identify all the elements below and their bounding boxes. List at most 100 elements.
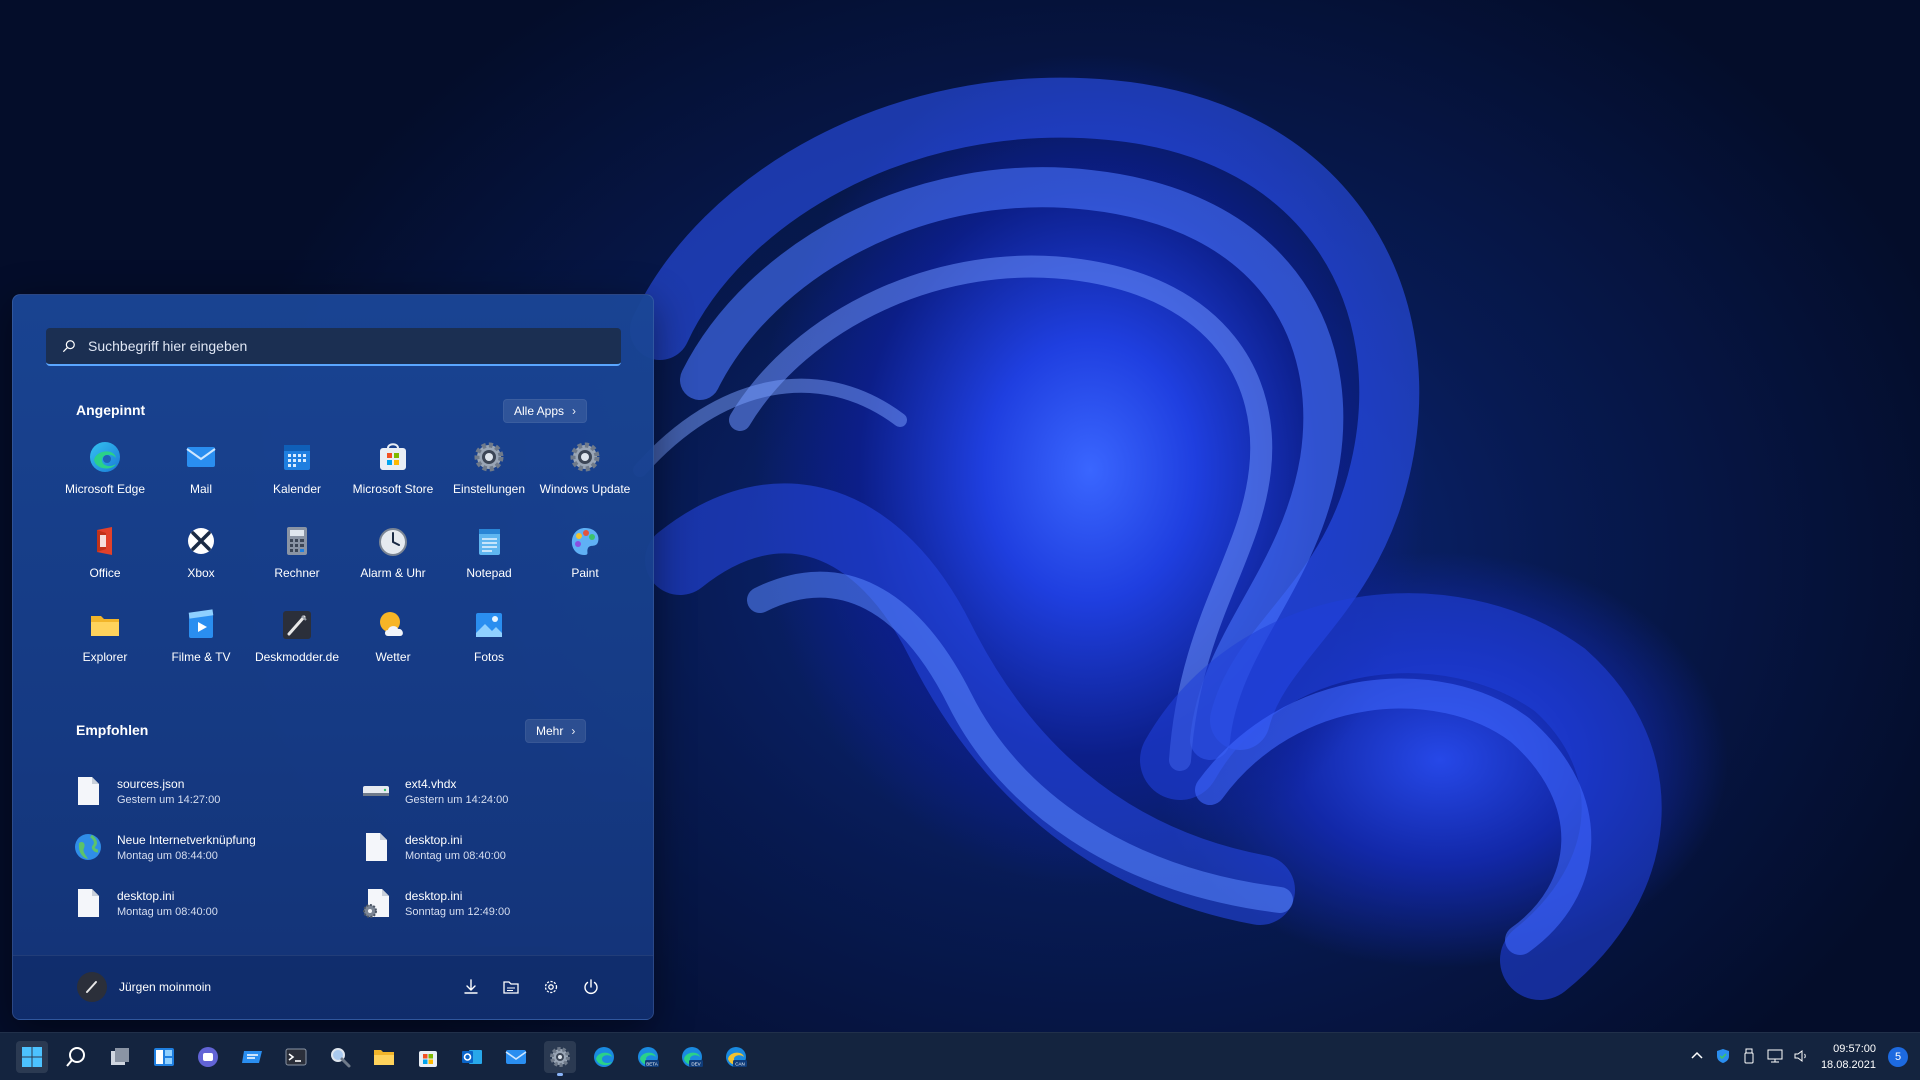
recommended-item[interactable]: desktop.ini Sonntag um 12:49:00 — [361, 877, 631, 929]
app-label: Microsoft Edge — [64, 482, 146, 496]
recommended-item[interactable]: ext4.vhdx Gestern um 14:24:00 — [361, 765, 631, 817]
chevron-up-icon[interactable] — [1688, 1047, 1706, 1065]
settings-gear-icon — [474, 442, 504, 472]
recommended-item[interactable]: sources.json Gestern um 14:27:00 — [73, 765, 361, 817]
app-label: Microsoft Store — [352, 482, 434, 496]
network-icon[interactable] — [1766, 1047, 1784, 1065]
power-icon[interactable] — [582, 978, 600, 996]
app-label: Xbox — [187, 566, 215, 580]
search-input[interactable] — [88, 338, 568, 354]
clock[interactable]: 09:57:00 18.08.2021 — [1821, 1041, 1876, 1073]
start-footer: Jürgen moinmoin — [13, 955, 653, 1019]
outlook-icon — [462, 1050, 482, 1064]
pinned-app-windows-update[interactable]: Windows Update — [537, 440, 633, 524]
store-button[interactable] — [412, 1041, 444, 1073]
app-label: Fotos — [473, 650, 504, 664]
documents-folder-icon[interactable] — [502, 978, 520, 996]
calculator-icon — [287, 527, 307, 555]
pinned-app-movies-tv[interactable]: Filme & TV — [153, 608, 249, 692]
mail-icon — [505, 1050, 527, 1064]
feedback-hub-button[interactable] — [236, 1041, 268, 1073]
settings-gear-icon — [550, 1047, 570, 1067]
pinned-app-mail[interactable]: Mail — [153, 440, 249, 524]
recommended-item-name: ext4.vhdx — [405, 776, 457, 791]
pinned-app-settings[interactable]: Einstellungen — [441, 440, 537, 524]
edge-canary-button[interactable]: CAN — [720, 1041, 752, 1073]
running-indicator — [557, 1073, 563, 1076]
pinned-app-calculator[interactable]: Rechner — [249, 524, 345, 608]
taskbar-search-button[interactable] — [60, 1041, 92, 1073]
volume-icon[interactable] — [1792, 1047, 1810, 1065]
pinned-app-store[interactable]: Microsoft Store — [345, 440, 441, 524]
user-name: Jürgen moinmoin — [119, 980, 212, 994]
settings-button[interactable] — [544, 1041, 576, 1076]
pinned-app-alarm-clock[interactable]: Alarm & Uhr — [345, 524, 441, 608]
edge-beta-badge: BETA — [646, 1062, 657, 1067]
file-settings-icon — [363, 889, 389, 918]
recommended-title: Empfohlen — [76, 722, 149, 738]
settings-icon[interactable] — [542, 978, 560, 996]
more-button[interactable]: Mehr › — [525, 719, 587, 743]
task-view-icon — [111, 1048, 129, 1065]
film-play-icon — [188, 609, 214, 638]
pinned-app-edge[interactable]: Microsoft Edge — [57, 440, 153, 524]
pinned-app-calendar[interactable]: Kalender — [249, 440, 345, 524]
magnifier-button[interactable] — [324, 1041, 356, 1073]
windows-start-icon — [22, 1047, 42, 1067]
store-icon — [380, 443, 406, 470]
edge-dev-button[interactable]: DEV — [676, 1041, 708, 1073]
start-search-box[interactable] — [46, 328, 621, 366]
edge-beta-button[interactable]: BETA — [632, 1041, 664, 1073]
pinned-app-paint[interactable]: Paint — [537, 524, 633, 608]
all-apps-button[interactable]: Alle Apps › — [503, 399, 588, 423]
drive-icon — [363, 786, 389, 796]
chat-button[interactable] — [192, 1041, 224, 1073]
terminal-icon — [285, 1048, 307, 1066]
recommended-item-time: Montag um 08:40:00 — [405, 849, 506, 862]
weather-icon — [380, 612, 403, 636]
recommended-item[interactable]: desktop.ini Montag um 08:40:00 — [361, 821, 631, 873]
outlook-button[interactable] — [456, 1041, 488, 1073]
terminal-button[interactable] — [280, 1041, 312, 1073]
all-apps-label: Alle Apps — [514, 404, 565, 418]
recommended-item-time: Gestern um 14:27:00 — [117, 793, 221, 806]
file-explorer-icon — [374, 1050, 394, 1065]
recommended-item-time: Montag um 08:44:00 — [117, 849, 218, 862]
usb-device-icon[interactable] — [1740, 1047, 1758, 1065]
widgets-button[interactable] — [148, 1041, 180, 1073]
recommended-list: sources.json Gestern um 14:27:00 ext4.vhd… — [73, 765, 633, 933]
recommended-item[interactable]: desktop.ini Montag um 08:40:00 — [73, 877, 361, 929]
edge-button[interactable] — [588, 1041, 620, 1073]
user-account-button[interactable]: Jürgen moinmoin — [77, 972, 211, 1002]
edge-icon — [594, 1047, 614, 1067]
recommended-item-time: Montag um 08:40:00 — [117, 905, 218, 918]
chevron-right-icon: › — [572, 404, 577, 418]
more-label: Mehr — [536, 724, 564, 738]
notification-center-badge[interactable]: 5 — [1888, 1047, 1908, 1067]
recommended-item[interactable]: Neue Internetverknüpfung Montag um 08:44:… — [73, 821, 361, 873]
file-explorer-button[interactable] — [368, 1041, 400, 1073]
deskmodder-icon — [283, 611, 311, 639]
feedback-icon — [242, 1051, 262, 1063]
mail-button[interactable] — [500, 1041, 532, 1073]
pinned-app-office[interactable]: Office — [57, 524, 153, 608]
paint-palette-icon — [571, 528, 599, 555]
pinned-app-deskmodder[interactable]: Deskmodder.de — [249, 608, 345, 692]
pinned-app-photos[interactable]: Fotos — [441, 608, 537, 692]
security-shield-icon[interactable] — [1714, 1047, 1732, 1065]
start-button[interactable] — [16, 1041, 48, 1073]
widgets-icon — [154, 1048, 174, 1066]
downloads-icon[interactable] — [462, 978, 480, 996]
user-avatar-icon — [86, 981, 97, 993]
pinned-app-explorer[interactable]: Explorer — [57, 608, 153, 692]
magnifier-icon — [331, 1048, 351, 1068]
task-view-button[interactable] — [104, 1041, 136, 1073]
pinned-apps-grid: Microsoft Edge Mail Kalender Microsoft S… — [57, 440, 637, 692]
app-label: Einstellungen — [452, 482, 526, 496]
edge-icon — [90, 442, 120, 472]
pinned-app-weather[interactable]: Wetter — [345, 608, 441, 692]
app-label: Windows Update — [539, 482, 631, 496]
pinned-app-notepad[interactable]: Notepad — [441, 524, 537, 608]
edge-canary-badge: CAN — [735, 1062, 745, 1067]
pinned-app-xbox[interactable]: Xbox — [153, 524, 249, 608]
